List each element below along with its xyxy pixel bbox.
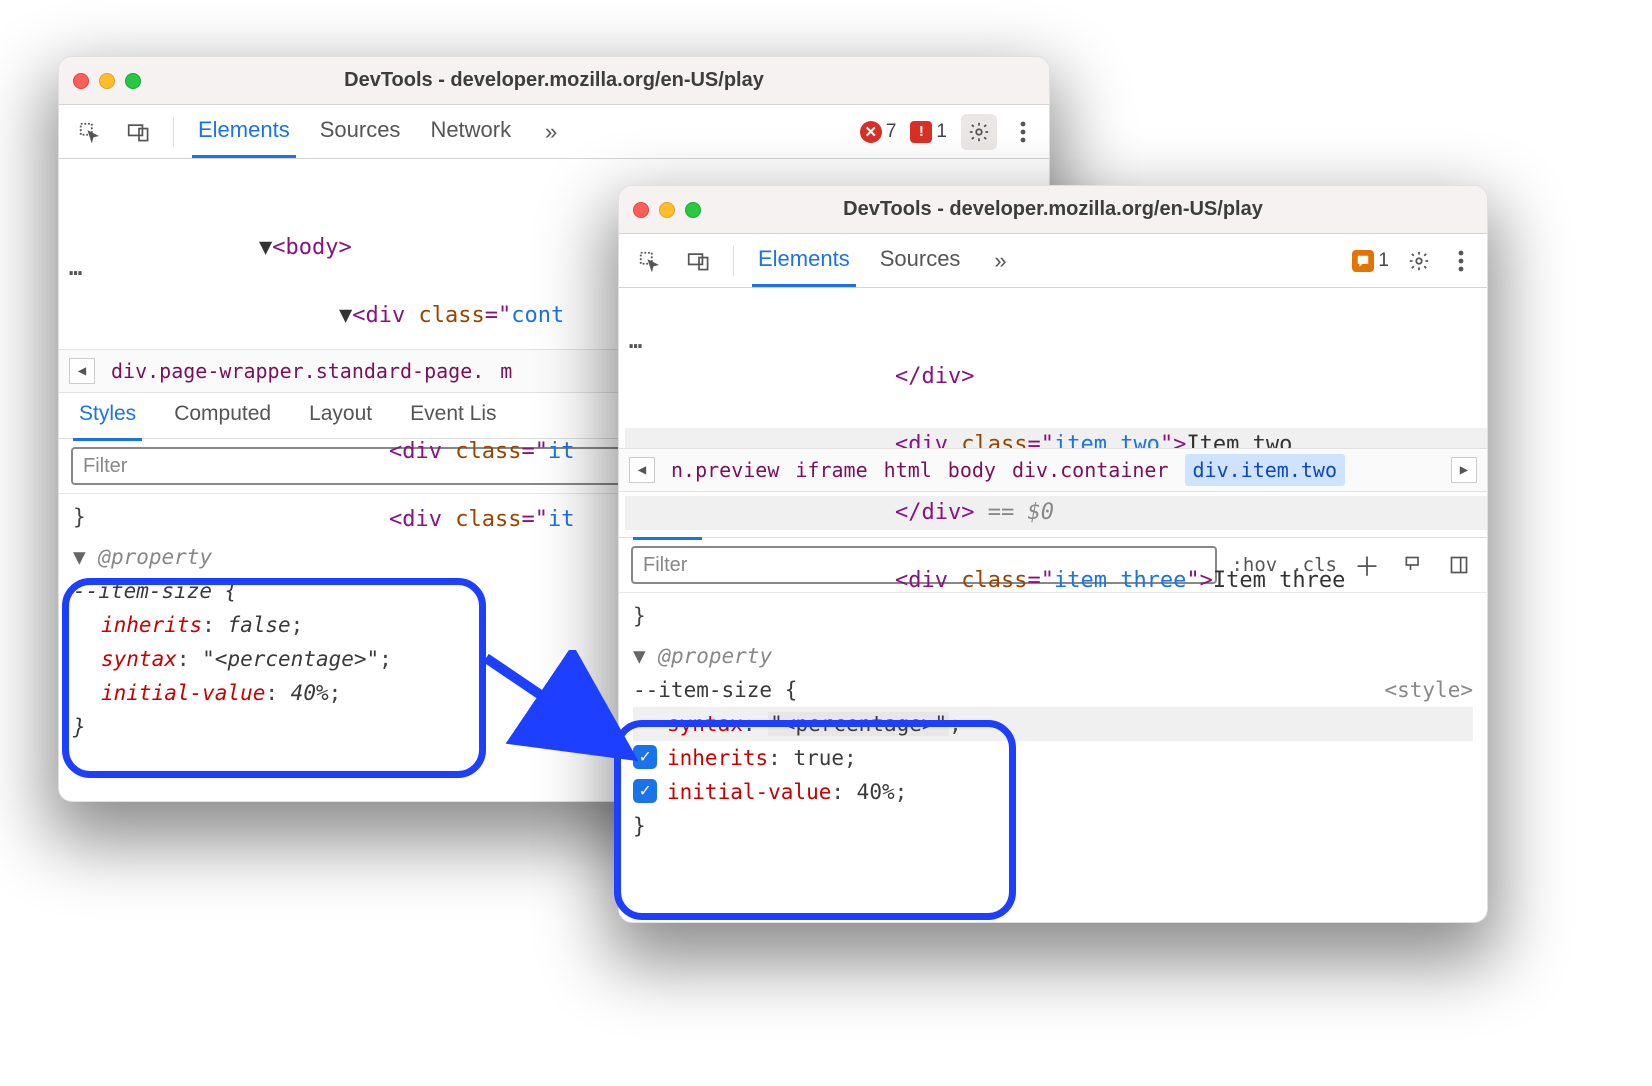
dom-tree[interactable]: ⋯ </div> <div class="item two">Item two … — [619, 288, 1487, 448]
dom-line[interactable]: </div> == $0 — [625, 496, 1487, 530]
crumb-right-icon[interactable]: ▶ — [1451, 457, 1477, 483]
kebab-menu-icon[interactable] — [1449, 245, 1473, 277]
tab-network[interactable]: Network — [424, 105, 517, 158]
tab-elements[interactable]: Elements — [192, 105, 296, 158]
dom-line[interactable]: <div class="item three">Item three — [625, 564, 1487, 598]
crumb-left-icon[interactable]: ◀ — [69, 358, 95, 384]
inspect-icon[interactable] — [633, 245, 665, 277]
crumb-item[interactable]: m — [500, 359, 512, 383]
window-traffic-lights — [73, 73, 141, 89]
crumb-item-selected[interactable]: div.item.two — [1185, 454, 1346, 486]
warning-icon — [1352, 250, 1374, 272]
devtools-toolbar: Elements Sources » 1 — [619, 234, 1487, 288]
more-tabs-icon[interactable]: » — [535, 116, 567, 148]
settings-button[interactable] — [1403, 245, 1435, 277]
crumb-left-icon[interactable]: ◀ — [629, 457, 655, 483]
more-tabs-icon[interactable]: » — [984, 245, 1016, 277]
breadcrumb[interactable]: ◀ n.preview iframe html body div.contain… — [619, 448, 1487, 492]
dom-line[interactable]: </div> — [625, 360, 1487, 394]
zoom-icon[interactable] — [125, 73, 141, 89]
minimize-icon[interactable] — [659, 202, 675, 218]
titlebar: DevTools - developer.mozilla.org/en-US/p… — [59, 57, 1049, 105]
inspect-icon[interactable] — [73, 116, 105, 148]
titlebar: DevTools - developer.mozilla.org/en-US/p… — [619, 186, 1487, 234]
gutter-dots-icon: ⋯ — [629, 330, 644, 364]
device-toggle-icon[interactable] — [683, 245, 715, 277]
warning-icon: ! — [910, 121, 932, 143]
kebab-menu-icon[interactable] — [1011, 116, 1035, 148]
warning-badge[interactable]: 1 — [1352, 250, 1389, 272]
tab-elements[interactable]: Elements — [752, 234, 856, 287]
minimize-icon[interactable] — [99, 73, 115, 89]
property-enable-checkbox[interactable]: ✓ — [633, 745, 657, 769]
devtools-toolbar: Elements Sources Network » ✕ 7 ! 1 — [59, 105, 1049, 159]
crumb-item[interactable]: body — [948, 458, 996, 482]
crumb-item[interactable]: n.preview — [671, 458, 779, 482]
window-title: DevTools - developer.mozilla.org/en-US/p… — [619, 198, 1487, 221]
settings-button[interactable] — [961, 114, 997, 150]
error-badge[interactable]: ✕ 7 — [860, 121, 897, 143]
device-toggle-icon[interactable] — [123, 116, 155, 148]
warning-badge[interactable]: ! 1 — [910, 121, 947, 143]
crumb-item[interactable]: div.page-wrapper.standard-page. — [111, 359, 484, 383]
close-icon[interactable] — [73, 73, 89, 89]
window-traffic-lights — [633, 202, 701, 218]
devtools-window-b: DevTools - developer.mozilla.org/en-US/p… — [618, 185, 1488, 923]
tab-sources[interactable]: Sources — [874, 234, 967, 287]
tab-sources[interactable]: Sources — [314, 105, 407, 158]
window-title: DevTools - developer.mozilla.org/en-US/p… — [59, 69, 1049, 92]
crumb-item[interactable]: div.container — [1012, 458, 1169, 482]
close-icon[interactable] — [633, 202, 649, 218]
crumb-item[interactable]: html — [884, 458, 932, 482]
gutter-dots-icon: ⋯ — [69, 257, 84, 291]
zoom-icon[interactable] — [685, 202, 701, 218]
stylesheet-source[interactable]: <style> — [1384, 673, 1473, 707]
error-icon: ✕ — [860, 121, 882, 143]
crumb-item[interactable]: iframe — [795, 458, 867, 482]
property-enable-checkbox[interactable]: ✓ — [633, 779, 657, 803]
